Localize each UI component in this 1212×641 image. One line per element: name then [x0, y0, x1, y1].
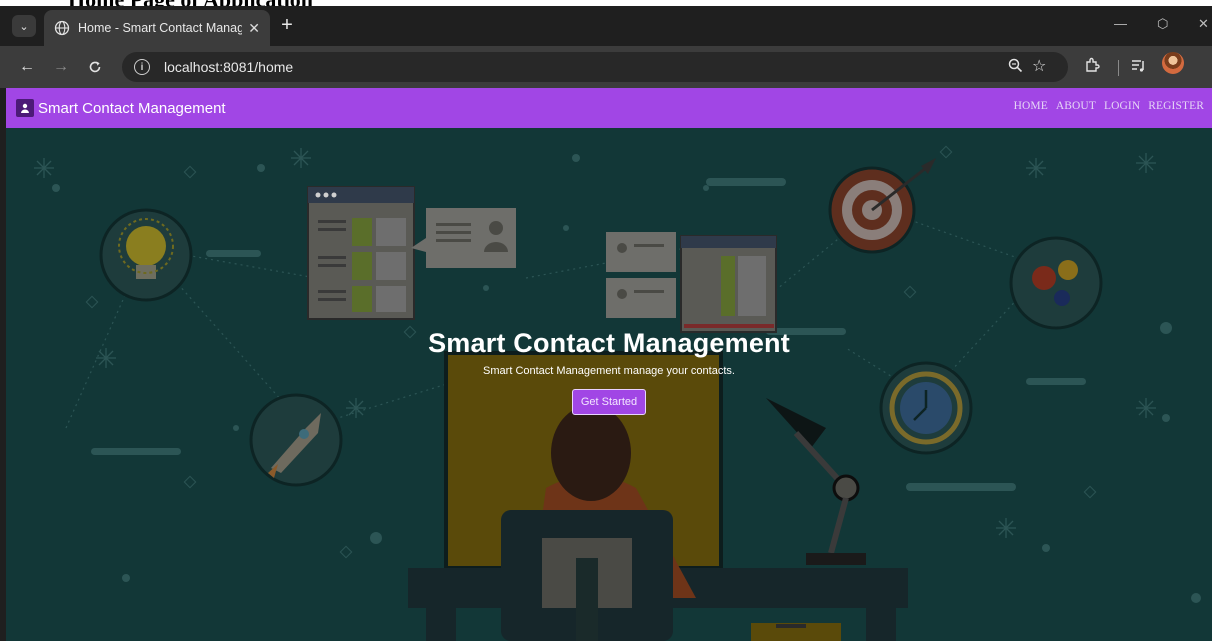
site-info-icon[interactable]: i — [134, 59, 150, 75]
star-icon[interactable]: ☆ — [1032, 56, 1046, 76]
toolbar-separator — [1118, 60, 1119, 76]
lightbulb-icon — [99, 208, 193, 302]
site-nav-links: HOME ABOUT LOGIN REGISTER — [1014, 100, 1204, 112]
zoom-icon[interactable] — [1008, 58, 1023, 77]
nav-login[interactable]: LOGIN — [1104, 100, 1140, 112]
hero-content: Smart Contact Management Smart Contact M… — [6, 328, 1212, 415]
nav-about[interactable]: ABOUT — [1056, 100, 1096, 112]
minimize-button[interactable]: — — [1114, 16, 1127, 31]
new-tab-button[interactable]: + — [276, 14, 298, 36]
browser-toolbar: ← → i localhost:8081/home ☆ — [0, 46, 1212, 88]
contact-icon — [16, 99, 34, 117]
tab-search-icon[interactable]: ⌄ — [12, 15, 36, 37]
restore-button[interactable]: ⬡ — [1157, 16, 1168, 32]
nav-register[interactable]: REGISTER — [1148, 100, 1204, 112]
browser-tab[interactable]: Home - Smart Contact Manage ✕ — [44, 10, 270, 46]
url-text: localhost:8081/home — [164, 59, 294, 75]
address-bar[interactable]: i localhost:8081/home — [122, 52, 1068, 82]
profile-avatar[interactable] — [1162, 52, 1184, 74]
reload-icon[interactable] — [84, 56, 106, 78]
nav-home[interactable]: HOME — [1014, 100, 1048, 112]
hero-subtitle: Smart Contact Management manage your con… — [483, 365, 735, 377]
gears-icon — [1009, 236, 1103, 330]
tab-strip: ⌄ Home - Smart Contact Manage ✕ + — ⬡ ✕ — [0, 6, 1212, 46]
back-icon[interactable]: ← — [16, 56, 38, 78]
tab-title: Home - Smart Contact Manage — [78, 21, 243, 35]
globe-icon — [54, 20, 70, 36]
page-viewport: Smart Contact Management HOME ABOUT LOGI… — [6, 88, 1212, 641]
site-navbar: Smart Contact Management HOME ABOUT LOGI… — [6, 88, 1212, 128]
contact-cards-illustration — [606, 232, 777, 333]
hero-title: Smart Contact Management — [428, 328, 790, 358]
extensions-icon[interactable] — [1084, 57, 1100, 77]
close-window-button[interactable]: ✕ — [1198, 16, 1209, 32]
tab-close-icon[interactable]: ✕ — [248, 20, 260, 37]
get-started-button[interactable]: Get Started — [571, 389, 647, 415]
forward-icon[interactable]: → — [50, 56, 72, 78]
reading-list-icon[interactable] — [1130, 57, 1146, 77]
site-brand[interactable]: Smart Contact Management — [38, 100, 226, 117]
browser-window: ⌄ Home - Smart Contact Manage ✕ + — ⬡ ✕ … — [0, 6, 1212, 641]
